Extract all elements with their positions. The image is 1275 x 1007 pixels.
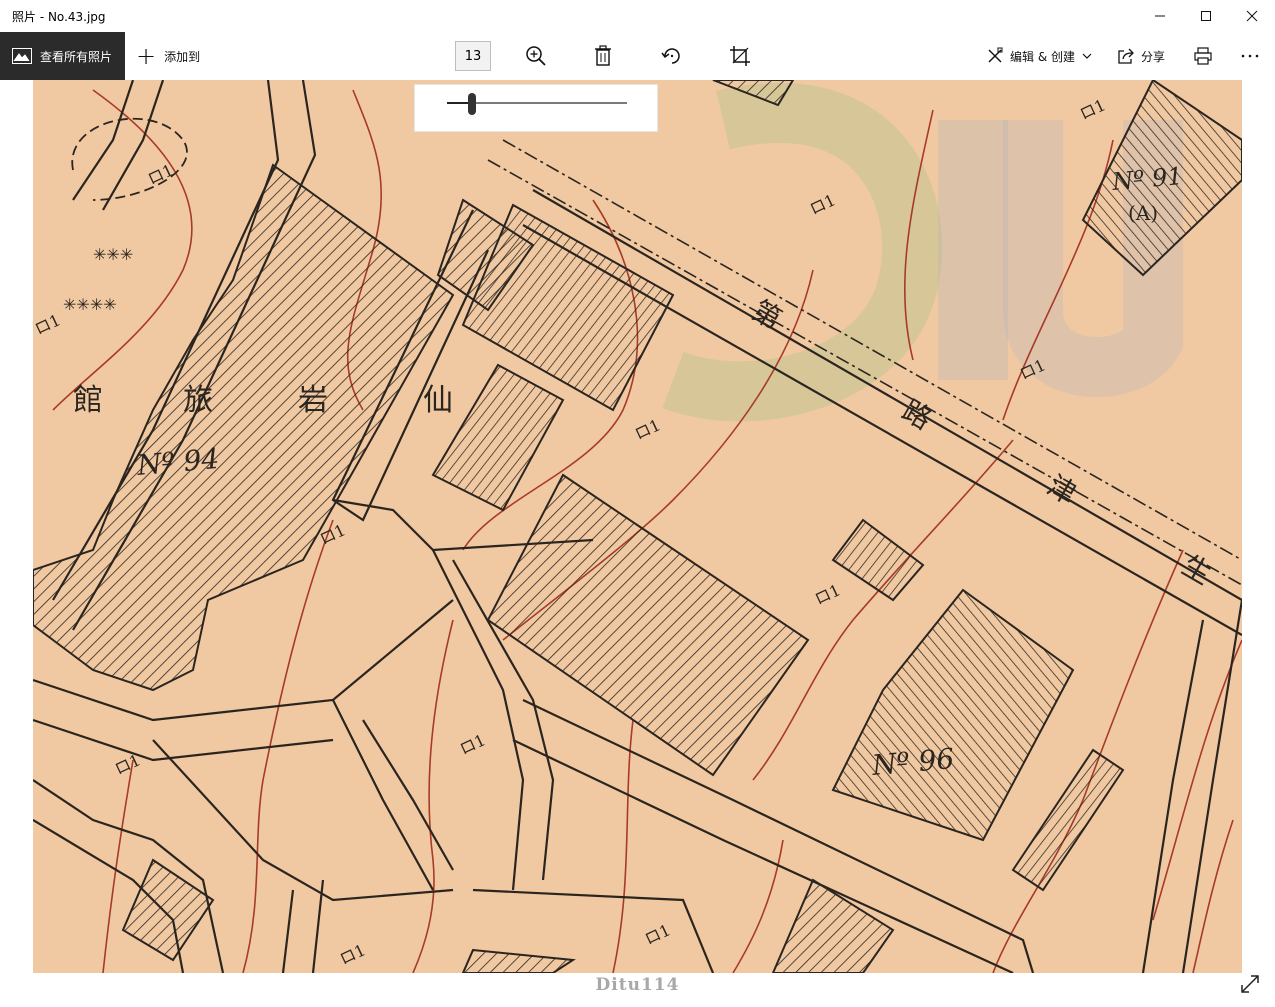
crop-button[interactable] xyxy=(726,42,754,70)
close-button[interactable] xyxy=(1229,0,1275,32)
label-hotel-2: 旅 xyxy=(183,383,213,418)
label-hotel-4: 仙 xyxy=(423,383,453,418)
zoom-in-button[interactable] xyxy=(522,42,550,70)
label-hotel-3: 岩 xyxy=(298,383,328,418)
watermark-bar xyxy=(938,120,1008,380)
delete-icon xyxy=(595,45,611,66)
edit-create-button[interactable]: 编辑 & 创建 xyxy=(986,32,1093,80)
fullscreen-button[interactable] xyxy=(1239,973,1261,995)
share-button[interactable]: 分享 xyxy=(1117,32,1165,80)
map-image: ✳✳✳✳ ✳✳✳ 館 旅 岩 仙 第 路 津 生 Nº 94 Nº 96 Nº … xyxy=(33,80,1242,973)
chevron-down-icon xyxy=(1082,53,1092,59)
minimize-icon xyxy=(1155,15,1165,17)
share-icon xyxy=(1118,48,1134,64)
footer-watermark: Ditu114 xyxy=(595,975,680,995)
svg-text:✳✳✳: ✳✳✳ xyxy=(93,245,133,264)
expand-icon xyxy=(1241,975,1259,993)
more-icon xyxy=(1241,54,1259,58)
delete-button[interactable] xyxy=(589,42,617,70)
svg-text:✳✳✳✳: ✳✳✳✳ xyxy=(63,295,117,314)
photos-app-window: 照片 - No.43.jpg 查看所有照片 + 添加到 13 编辑 & 创建 分… xyxy=(0,0,1275,1007)
crop-icon xyxy=(730,46,750,66)
share-label: 分享 xyxy=(1141,49,1166,64)
more-button[interactable] xyxy=(1236,42,1264,70)
label-hotel-1: 館 xyxy=(73,383,103,418)
zoom-slider-flyout xyxy=(414,84,658,132)
print-icon xyxy=(1194,47,1212,65)
maximize-icon xyxy=(1201,11,1211,21)
rotate-button[interactable] xyxy=(658,42,686,70)
add-to-label: 添加到 xyxy=(164,49,201,64)
view-all-photos-button[interactable]: 查看所有照片 xyxy=(0,32,125,80)
view-all-label: 查看所有照片 xyxy=(40,49,113,64)
edit-create-label: 编辑 & 创建 xyxy=(1010,49,1075,64)
toolbar: 查看所有照片 + 添加到 13 编辑 & 创建 分享 xyxy=(0,32,1275,80)
zoom-level-button[interactable]: 13 xyxy=(455,41,491,71)
zoom-slider-thumb[interactable] xyxy=(468,93,477,115)
minimize-button[interactable] xyxy=(1137,0,1183,32)
plus-icon: + xyxy=(136,42,157,70)
close-icon xyxy=(1246,10,1258,22)
zoom-in-icon xyxy=(526,46,546,66)
photos-icon xyxy=(12,48,32,64)
window-title: 照片 - No.43.jpg xyxy=(12,9,106,24)
print-button[interactable] xyxy=(1189,42,1217,70)
label-no91-a: (A) xyxy=(1128,201,1158,225)
photo-viewer[interactable]: ✳✳✳✳ ✳✳✳ 館 旅 岩 仙 第 路 津 生 Nº 94 Nº 96 Nº … xyxy=(33,80,1242,973)
maximize-button[interactable] xyxy=(1183,0,1229,32)
rotate-icon xyxy=(661,48,680,64)
edit-create-icon xyxy=(988,47,1003,63)
title-bar: 照片 - No.43.jpg xyxy=(0,0,1275,32)
add-to-button[interactable]: + 添加到 xyxy=(136,32,200,80)
